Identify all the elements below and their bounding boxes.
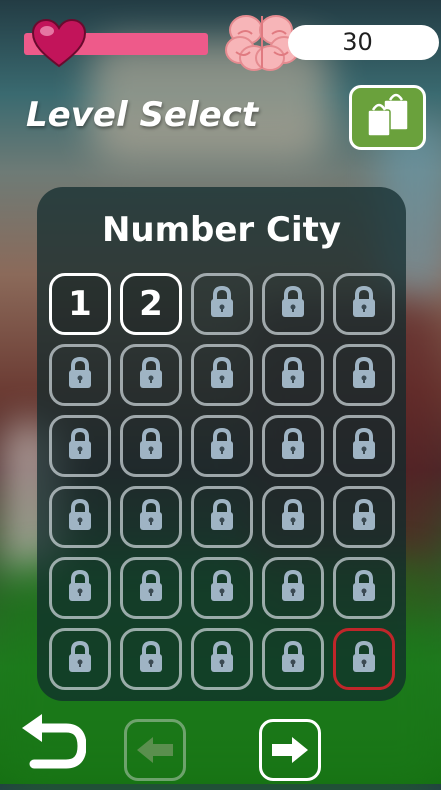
- lock-icon: [278, 285, 308, 323]
- lock-icon: [65, 498, 95, 536]
- score-value: 30: [342, 28, 373, 56]
- undo-arrow-icon: [22, 714, 86, 769]
- lock-icon: [136, 356, 166, 394]
- lock-icon: [349, 569, 379, 607]
- level-number: 2: [139, 284, 163, 324]
- locked-level-button[interactable]: [49, 486, 111, 548]
- locked-level-button[interactable]: [333, 628, 395, 690]
- locked-level-button[interactable]: [191, 628, 253, 690]
- world-title: Number City: [101, 210, 342, 250]
- lock-icon: [136, 569, 166, 607]
- locked-level-button[interactable]: [191, 415, 253, 477]
- locked-level-button[interactable]: [191, 557, 253, 619]
- lock-icon: [207, 356, 237, 394]
- lock-icon: [207, 640, 237, 678]
- locked-level-button[interactable]: [262, 557, 324, 619]
- lock-icon: [207, 427, 237, 465]
- prev-world-button[interactable]: [124, 719, 186, 781]
- locked-level-button[interactable]: [120, 557, 182, 619]
- lock-icon: [65, 427, 95, 465]
- lock-icon: [278, 356, 308, 394]
- locked-level-button[interactable]: [191, 344, 253, 406]
- lock-icon: [349, 498, 379, 536]
- level-button-1[interactable]: 1: [49, 273, 111, 335]
- lock-icon: [207, 569, 237, 607]
- locked-level-button[interactable]: [49, 344, 111, 406]
- lock-icon: [65, 640, 95, 678]
- locked-level-button[interactable]: [120, 628, 182, 690]
- lock-icon: [207, 498, 237, 536]
- right-arrow-icon: [272, 737, 308, 763]
- lock-icon: [278, 498, 308, 536]
- heart-icon: [31, 18, 87, 68]
- locked-level-button[interactable]: [333, 344, 395, 406]
- level-number: 1: [68, 284, 92, 324]
- locked-level-button[interactable]: [262, 415, 324, 477]
- lock-icon: [349, 356, 379, 394]
- lock-icon: [65, 569, 95, 607]
- locked-level-button[interactable]: [120, 486, 182, 548]
- locked-level-button[interactable]: [262, 273, 324, 335]
- shopping-bags-icon: [367, 93, 409, 137]
- locked-level-button[interactable]: [262, 628, 324, 690]
- shop-button[interactable]: [349, 85, 426, 150]
- left-arrow-icon: [137, 737, 173, 763]
- lock-icon: [136, 640, 166, 678]
- lock-icon: [207, 285, 237, 323]
- back-button[interactable]: [20, 714, 86, 776]
- lock-icon: [349, 427, 379, 465]
- lock-icon: [349, 285, 379, 323]
- lock-icon: [136, 427, 166, 465]
- locked-level-button[interactable]: [262, 344, 324, 406]
- locked-level-button[interactable]: [333, 273, 395, 335]
- locked-level-button[interactable]: [49, 415, 111, 477]
- lock-icon: [349, 640, 379, 678]
- next-world-button[interactable]: [259, 719, 321, 781]
- level-button-2[interactable]: 2: [120, 273, 182, 335]
- locked-level-button[interactable]: [120, 415, 182, 477]
- locked-level-button[interactable]: [333, 486, 395, 548]
- locked-level-button[interactable]: [49, 628, 111, 690]
- lock-icon: [136, 498, 166, 536]
- locked-level-button[interactable]: [333, 557, 395, 619]
- page-title: Level Select: [26, 95, 259, 135]
- locked-level-button[interactable]: [120, 344, 182, 406]
- lock-icon: [65, 356, 95, 394]
- locked-level-button[interactable]: [49, 557, 111, 619]
- locked-level-button[interactable]: [191, 273, 253, 335]
- lock-icon: [278, 569, 308, 607]
- locked-level-button[interactable]: [333, 415, 395, 477]
- lock-icon: [278, 640, 308, 678]
- locked-level-button[interactable]: [262, 486, 324, 548]
- locked-level-button[interactable]: [191, 486, 253, 548]
- level-grid: 12: [49, 273, 395, 690]
- lock-icon: [278, 427, 308, 465]
